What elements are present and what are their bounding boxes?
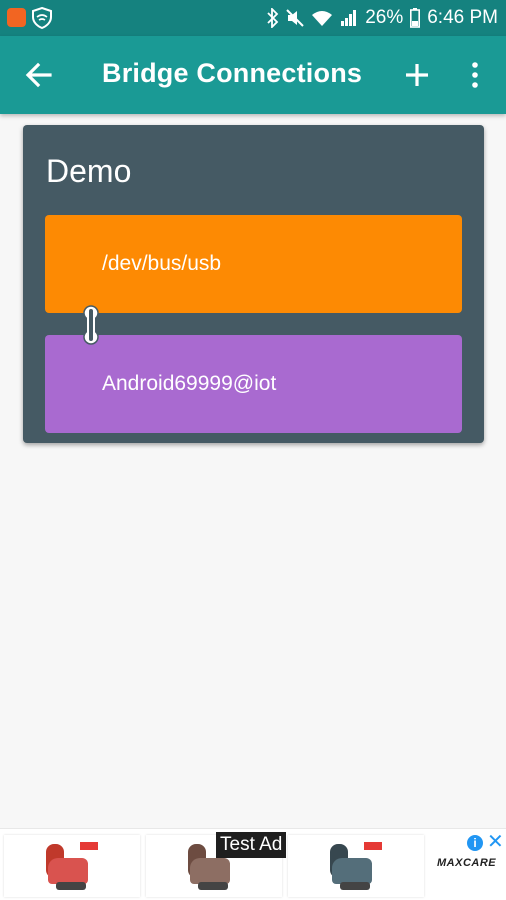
more-vertical-icon[interactable] xyxy=(462,60,488,90)
page-title: Bridge Connections xyxy=(102,58,363,88)
test-ad-label: Test Ad xyxy=(216,832,287,858)
status-bar: 26% 6:46 PM xyxy=(0,0,506,36)
ad-brand-logo: MAXCARE xyxy=(437,857,497,869)
battery-percent: 26% xyxy=(365,7,404,28)
link-icon xyxy=(80,305,102,345)
clock: 6:46 PM xyxy=(427,7,498,28)
app-notification-icon xyxy=(7,8,26,27)
info-icon[interactable]: i xyxy=(467,835,483,851)
target-endpoint-label: Android69999@iot xyxy=(102,372,277,395)
bridge-name: Demo xyxy=(46,153,132,189)
massage-chair-image xyxy=(42,840,100,894)
app-bar: Bridge Connections xyxy=(0,36,506,114)
ad-product-tile[interactable] xyxy=(288,835,424,897)
battery-icon xyxy=(410,8,421,28)
source-endpoint[interactable]: /dev/bus/usb xyxy=(45,215,462,313)
wifi-icon xyxy=(311,9,333,27)
arrow-left-icon[interactable] xyxy=(24,60,54,90)
target-endpoint[interactable]: Android69999@iot xyxy=(45,335,462,433)
close-icon[interactable]: ✕ xyxy=(487,832,504,852)
source-endpoint-label: /dev/bus/usb xyxy=(102,252,222,275)
mute-icon xyxy=(286,9,304,27)
massage-chair-image xyxy=(326,840,384,894)
bluetooth-icon xyxy=(267,8,279,28)
signal-icon xyxy=(340,9,358,27)
status-icons: 26% 6:46 PM xyxy=(267,0,498,36)
ad-product-tile[interactable] xyxy=(4,835,140,897)
ad-banner[interactable]: Test Ad i ✕ MAXCARE xyxy=(0,828,506,900)
plus-icon[interactable] xyxy=(402,60,432,90)
shield-wifi-icon xyxy=(31,6,53,34)
bridge-card[interactable]: Demo /dev/bus/usb Android69999@iot xyxy=(23,125,484,443)
